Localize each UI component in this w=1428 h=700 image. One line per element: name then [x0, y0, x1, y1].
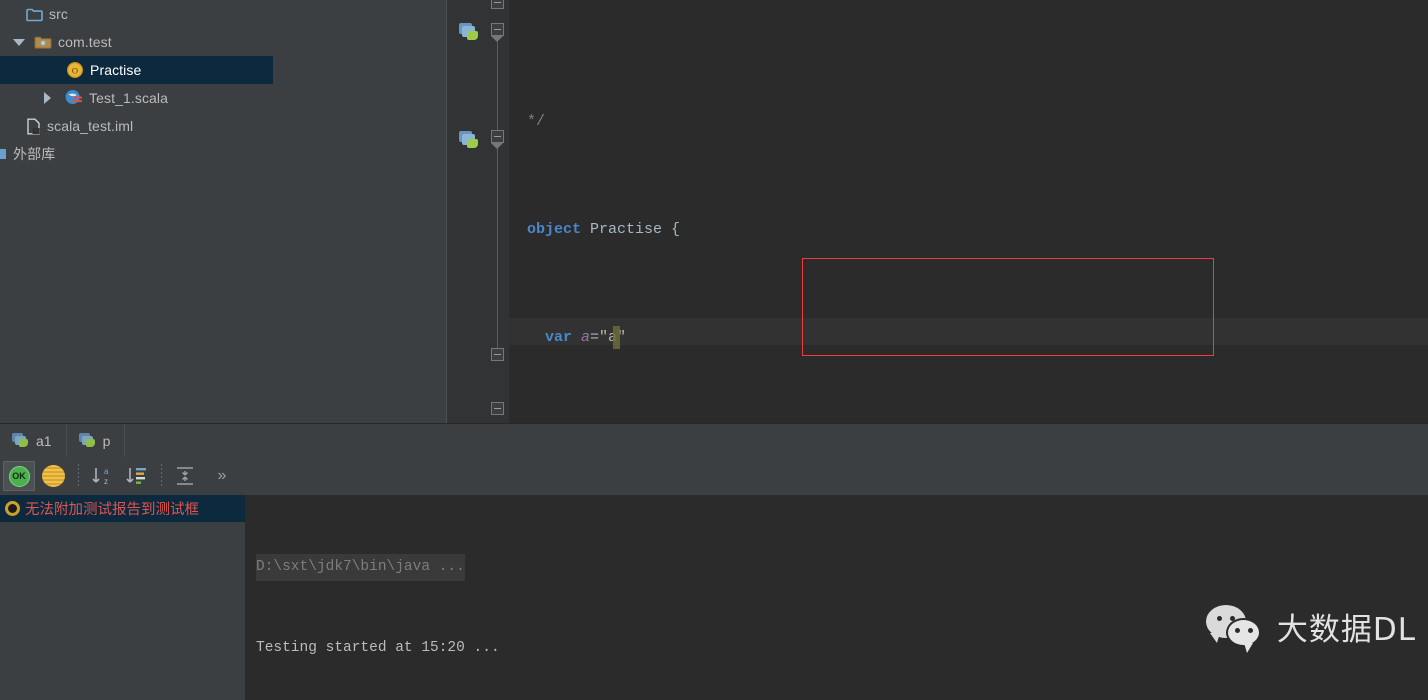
sort-by-duration-button[interactable] — [120, 461, 152, 491]
run-tool-window[interactable]: a1 p OK az » 无法附加测试报告到测试框 D:\sxt\jdk7\bi… — [0, 423, 1428, 700]
test-results-toolbar[interactable]: OK az » — [0, 457, 1428, 495]
run-config-icon — [12, 433, 30, 448]
folder-icon — [26, 7, 43, 22]
editor-area[interactable]: */ object Practise { var a="a" val b="b"… — [273, 0, 1428, 670]
test-ignored-icon — [5, 501, 20, 516]
sand-clock-icon — [41, 465, 65, 487]
fold-marker-comment[interactable] — [491, 0, 504, 9]
ok-circle-icon: OK — [8, 465, 30, 487]
scala-file-icon — [64, 89, 83, 107]
run-config-icon — [78, 433, 97, 448]
chevron-right-icon[interactable] — [38, 84, 56, 112]
fold-marker-object-end[interactable] — [491, 402, 504, 415]
code-line: */ — [527, 113, 546, 130]
run-tab-a1[interactable]: a1 — [0, 424, 67, 457]
tree-item-com-test[interactable]: com.test — [0, 28, 273, 56]
tree-item-src[interactable]: src — [0, 0, 273, 28]
run-object-icon[interactable] — [459, 23, 481, 43]
toolbar-separator — [78, 464, 79, 488]
fold-marker-object[interactable] — [491, 23, 504, 36]
code-text[interactable]: */ object Practise { var a="a" val b="b"… — [509, 0, 1428, 670]
watermark: 大数据DL — [1205, 604, 1416, 653]
project-tree-panel[interactable]: src com.test O Practise Test_1.scala sca… — [0, 0, 273, 423]
editor-gutter[interactable] — [447, 0, 509, 423]
more-options-button[interactable]: » — [203, 461, 241, 491]
sort-duration-icon — [125, 465, 147, 487]
tree-twisty-placeholder — [8, 0, 26, 28]
fold-marker-main-end[interactable] — [491, 348, 504, 361]
watermark-label: 大数据DL — [1276, 612, 1416, 648]
toolbar-separator — [161, 464, 162, 488]
tree-item-label: scala_test.iml — [47, 118, 134, 134]
collapse-icon — [174, 465, 196, 487]
editor-left-padding — [273, 0, 447, 423]
test-tree-error-row[interactable]: 无法附加测试报告到测试框 — [0, 495, 245, 522]
test-error-label: 无法附加测试报告到测试框 — [25, 502, 199, 518]
svg-text:z: z — [104, 477, 108, 486]
fold-line-object — [497, 42, 498, 352]
tree-item-label: Practise — [90, 62, 142, 78]
console-command-line: D:\sxt\jdk7\bin\java ... — [256, 554, 465, 581]
run-tab-label: p — [102, 432, 111, 449]
sort-alpha-icon: az — [91, 465, 113, 487]
fold-arrow-main — [491, 143, 503, 149]
code-line: var a="a" — [509, 324, 1428, 351]
tree-item-practise[interactable]: O Practise — [0, 56, 273, 84]
run-tab-label: a1 — [36, 432, 52, 449]
tree-item-label: Test_1.scala — [89, 90, 169, 106]
tree-item-label: com.test — [58, 34, 112, 50]
console-output[interactable]: D:\sxt\jdk7\bin\java ... Testing started… — [245, 495, 1428, 700]
tree-item-external-libraries[interactable]: 外部库 — [0, 140, 273, 168]
tree-item-label: src — [49, 6, 68, 22]
package-folder-icon — [34, 35, 52, 50]
iml-file-icon — [26, 118, 41, 135]
tree-item-label: 外部库 — [13, 146, 56, 162]
console-line: D:\sxt\jdk7\bin\java ... — [256, 554, 1428, 581]
run-tabs[interactable]: a1 p — [0, 424, 1428, 457]
chevron-double-right-icon: » — [217, 467, 227, 484]
svg-text:a: a — [104, 467, 109, 476]
tree-item-scala-test-iml[interactable]: scala_test.iml — [0, 112, 273, 140]
show-passed-button[interactable] — [37, 461, 69, 491]
sort-alphabetically-button[interactable]: az — [86, 461, 118, 491]
fold-marker-main[interactable] — [491, 130, 504, 143]
external-libraries-icon — [0, 146, 10, 162]
run-tab-p[interactable]: p — [67, 424, 126, 457]
code-line: object Practise { — [527, 221, 681, 238]
expand-collapse-button[interactable] — [169, 461, 201, 491]
tree-item-test-1-scala[interactable]: Test_1.scala — [0, 84, 273, 112]
test-results-tree[interactable]: 无法附加测试报告到测试框 — [0, 495, 245, 700]
string-end-marker — [613, 326, 620, 349]
test-status-ok-button[interactable]: OK — [3, 461, 35, 491]
svg-text:O: O — [72, 65, 78, 75]
chevron-down-icon[interactable] — [10, 28, 28, 56]
tree-twisty-placeholder — [8, 112, 26, 140]
run-main-method-icon[interactable] — [459, 131, 481, 151]
wechat-icon — [1205, 604, 1264, 653]
scala-object-icon: O — [66, 61, 84, 79]
